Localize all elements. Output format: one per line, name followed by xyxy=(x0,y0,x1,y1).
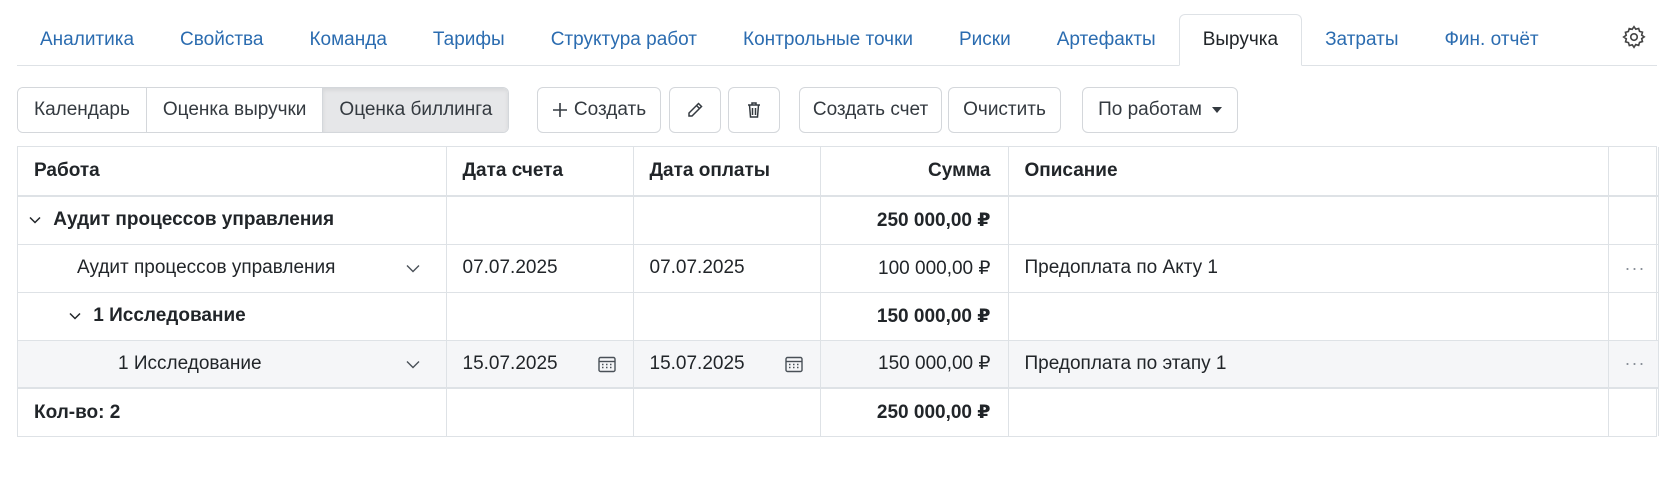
group-actions-cell xyxy=(1608,292,1659,341)
tab-bar: Аналитика Свойства Команда Тарифы Структ… xyxy=(17,14,1657,66)
edit-button[interactable] xyxy=(669,87,721,133)
group-work-label: Аудит процессов управления xyxy=(53,209,335,231)
delete-button[interactable] xyxy=(728,87,780,133)
column-header-invoice-date[interactable]: Дата счета xyxy=(446,147,634,197)
group-amount-cell: 250 000,00 ₽ xyxy=(820,196,1009,245)
trash-icon xyxy=(748,102,760,118)
column-header-description[interactable]: Описание xyxy=(1008,147,1609,197)
view-switcher: Календарь Оценка выручки Оценка биллинга xyxy=(17,87,510,133)
footer-empty-cell xyxy=(1008,387,1609,436)
column-header-work[interactable]: Работа xyxy=(18,147,447,197)
table-row-selected[interactable]: 1 Исследование 15.07.2025 15.07.2025 150… xyxy=(18,340,1659,389)
billing-table: Работа Дата счета Дата оплаты Сумма Опис… xyxy=(17,146,1659,437)
footer-empty-cell xyxy=(633,387,821,436)
invoice-date-value: 15.07.2025 xyxy=(462,352,558,374)
toolbar: Календарь Оценка выручки Оценка биллинга… xyxy=(17,87,1657,134)
plus-icon xyxy=(552,103,567,117)
group-payment-date-cell xyxy=(633,292,821,341)
payment-date-cell[interactable]: 07.07.2025 xyxy=(633,244,821,293)
description-cell[interactable]: Предоплата по этапу 1 xyxy=(1008,340,1609,389)
amount-cell[interactable]: 150 000,00 ₽ xyxy=(820,340,1009,389)
group-by-label: По работам xyxy=(1098,99,1202,120)
calendar-view-button[interactable]: Календарь xyxy=(18,88,147,132)
group-by-dropdown[interactable]: По работам xyxy=(1082,87,1238,133)
tab-team[interactable]: Команда xyxy=(286,14,409,65)
amount-cell[interactable]: 100 000,00 ₽ xyxy=(820,244,1009,293)
payment-date-value: 15.07.2025 xyxy=(649,352,745,374)
group-description-cell xyxy=(1008,292,1609,341)
chevron-down-icon[interactable] xyxy=(406,261,420,275)
billing-estimate-view-button[interactable]: Оценка биллинга xyxy=(323,88,509,132)
footer-empty-cell xyxy=(1608,387,1659,436)
column-header-actions xyxy=(1608,147,1659,197)
group-invoice-date-cell xyxy=(446,292,634,341)
calendar-icon[interactable] xyxy=(784,354,804,374)
group-row[interactable]: Аудит процессов управления 250 000,00 ₽ xyxy=(18,196,1659,245)
table-header-row: Работа Дата счета Дата оплаты Сумма Опис… xyxy=(18,147,1659,197)
pencil-icon xyxy=(688,102,703,117)
tab-milestones[interactable]: Контрольные точки xyxy=(720,14,936,65)
tab-risks[interactable]: Риски xyxy=(936,14,1034,65)
work-select-cell[interactable]: 1 Исследование xyxy=(18,340,447,389)
group-description-cell xyxy=(1008,196,1609,245)
tab-analytics[interactable]: Аналитика xyxy=(17,14,157,65)
footer-total: 250 000,00 ₽ xyxy=(820,387,1009,436)
tab-rates[interactable]: Тарифы xyxy=(410,14,528,65)
group-work-label: 1 Исследование xyxy=(93,305,246,326)
group-work-cell[interactable]: Аудит процессов управления xyxy=(18,196,447,245)
more-options-icon[interactable]: ··· xyxy=(1608,244,1659,293)
tab-artifacts[interactable]: Артефакты xyxy=(1034,14,1179,65)
work-select-value: 1 Исследование xyxy=(118,352,262,374)
group-amount-cell: 150 000,00 ₽ xyxy=(820,292,1009,341)
group-actions-cell xyxy=(1608,196,1659,245)
table-footer-row: Кол-во: 2 250 000,00 ₽ xyxy=(18,387,1659,436)
payment-date-picker[interactable]: 15.07.2025 xyxy=(633,340,821,389)
chevron-down-icon[interactable] xyxy=(28,213,42,227)
create-button-label: Создать xyxy=(573,99,647,120)
work-select-cell[interactable]: Аудит процессов управления xyxy=(18,244,447,293)
gear-icon[interactable] xyxy=(1621,24,1647,50)
invoice-date-picker[interactable]: 15.07.2025 xyxy=(446,340,634,389)
column-header-payment-date[interactable]: Дата оплаты xyxy=(633,147,821,197)
create-invoice-button[interactable]: Создать счет xyxy=(799,87,942,133)
footer-empty-cell xyxy=(446,387,634,436)
clear-button[interactable]: Очистить xyxy=(948,87,1061,133)
column-header-amount[interactable]: Сумма xyxy=(820,147,1009,197)
chevron-down-icon[interactable] xyxy=(68,309,82,323)
tab-properties[interactable]: Свойства xyxy=(157,14,286,65)
group-invoice-date-cell xyxy=(446,196,634,245)
tab-revenue[interactable]: Выручка xyxy=(1178,14,1303,66)
table-row[interactable]: Аудит процессов управления 07.07.2025 07… xyxy=(18,244,1659,293)
tab-costs[interactable]: Затраты xyxy=(1302,14,1421,65)
group-work-cell[interactable]: 1 Исследование xyxy=(18,292,447,341)
footer-count: Кол-во: 2 xyxy=(18,387,447,436)
calendar-icon[interactable] xyxy=(597,354,617,374)
tab-work-structure[interactable]: Структура работ xyxy=(528,14,720,65)
tab-financial-report[interactable]: Фин. отчёт xyxy=(1421,14,1561,65)
revenue-estimate-view-button[interactable]: Оценка выручки xyxy=(146,88,324,132)
chevron-down-icon[interactable] xyxy=(406,357,420,371)
group-payment-date-cell xyxy=(633,196,821,245)
more-options-icon[interactable]: ··· xyxy=(1608,340,1659,389)
create-button[interactable]: Создать xyxy=(537,87,661,133)
work-select-value: Аудит процессов управления xyxy=(77,257,336,278)
description-cell[interactable]: Предоплата по Акту 1 xyxy=(1008,244,1609,293)
invoice-date-cell[interactable]: 07.07.2025 xyxy=(446,244,634,293)
caret-down-icon xyxy=(1211,107,1222,113)
group-row[interactable]: 1 Исследование 150 000,00 ₽ xyxy=(18,292,1659,341)
